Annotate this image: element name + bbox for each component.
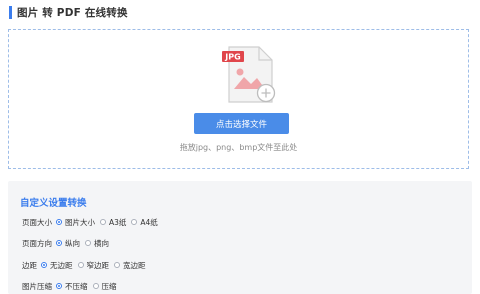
radio-icon[interactable] (77, 262, 84, 268)
page-size-option-a3[interactable]: A3纸 (100, 217, 126, 228)
radio-icon[interactable] (56, 219, 62, 225)
jpg-file-add-icon: JPG (222, 46, 276, 103)
radio-icon[interactable] (56, 283, 62, 289)
page-size-option-a4[interactable]: A4纸 (131, 217, 158, 228)
settings-title: 自定义设置转换 (20, 198, 87, 209)
option-label: 不压缩 (65, 281, 88, 291)
orientation-row: 页面方向 纵向 横向 (22, 236, 114, 250)
jpg-badge-text: JPG (224, 53, 240, 62)
page-size-row: 页面大小 图片大小 A3纸 A4纸 (22, 215, 163, 229)
orientation-option-portrait[interactable]: 纵向 (56, 238, 80, 249)
orientation-option-landscape[interactable]: 横向 (85, 238, 109, 249)
margin-option-none[interactable]: 无边距 (41, 260, 73, 271)
radio-icon[interactable] (131, 219, 138, 225)
file-drop-zone[interactable]: JPG 点击选择文件 拖放jpg、png、bmp文件至此处 (8, 29, 469, 169)
compression-option-none[interactable]: 不压缩 (56, 281, 88, 292)
option-label: A4纸 (140, 217, 158, 227)
compression-label: 图片压缩 (22, 281, 52, 291)
page-size-label: 页面大小 (22, 217, 52, 227)
option-label: 无边距 (50, 260, 73, 270)
radio-icon[interactable] (41, 262, 47, 268)
select-file-button[interactable]: 点击选择文件 (194, 113, 289, 134)
margin-option-narrow[interactable]: 窄边距 (77, 260, 110, 271)
option-label: 宽边距 (123, 260, 146, 270)
option-label: 图片大小 (65, 217, 95, 227)
margin-label: 边距 (22, 260, 37, 270)
drop-hint-text: 拖放jpg、png、bmp文件至此处 (179, 143, 298, 152)
option-label: 纵向 (65, 238, 80, 248)
compression-option-compress[interactable]: 压缩 (92, 281, 117, 292)
option-label: 压缩 (101, 281, 117, 291)
radio-icon[interactable] (114, 262, 120, 268)
radio-icon[interactable] (56, 240, 62, 246)
page-title: 图片 转 PDF 在线转换 (17, 6, 128, 19)
margin-option-wide[interactable]: 宽边距 (114, 260, 146, 271)
orientation-label: 页面方向 (22, 238, 52, 248)
header-accent-bar (9, 5, 12, 19)
radio-icon[interactable] (85, 240, 91, 246)
page-header: 图片 转 PDF 在线转换 (9, 4, 128, 20)
compression-row: 图片压缩 不压缩 压缩 (22, 279, 122, 293)
settings-panel: 自定义设置转换 页面大小 图片大小 A3纸 A4纸 页面方向 纵向 横向 边距 … (8, 181, 472, 294)
page-size-option-image[interactable]: 图片大小 (56, 217, 95, 228)
radio-icon[interactable] (92, 283, 99, 289)
radio-icon[interactable] (100, 219, 106, 225)
option-label: 横向 (94, 238, 109, 248)
margin-row: 边距 无边距 窄边距 宽边距 (22, 258, 151, 272)
option-label: A3纸 (109, 217, 127, 227)
option-label: 窄边距 (86, 260, 110, 270)
